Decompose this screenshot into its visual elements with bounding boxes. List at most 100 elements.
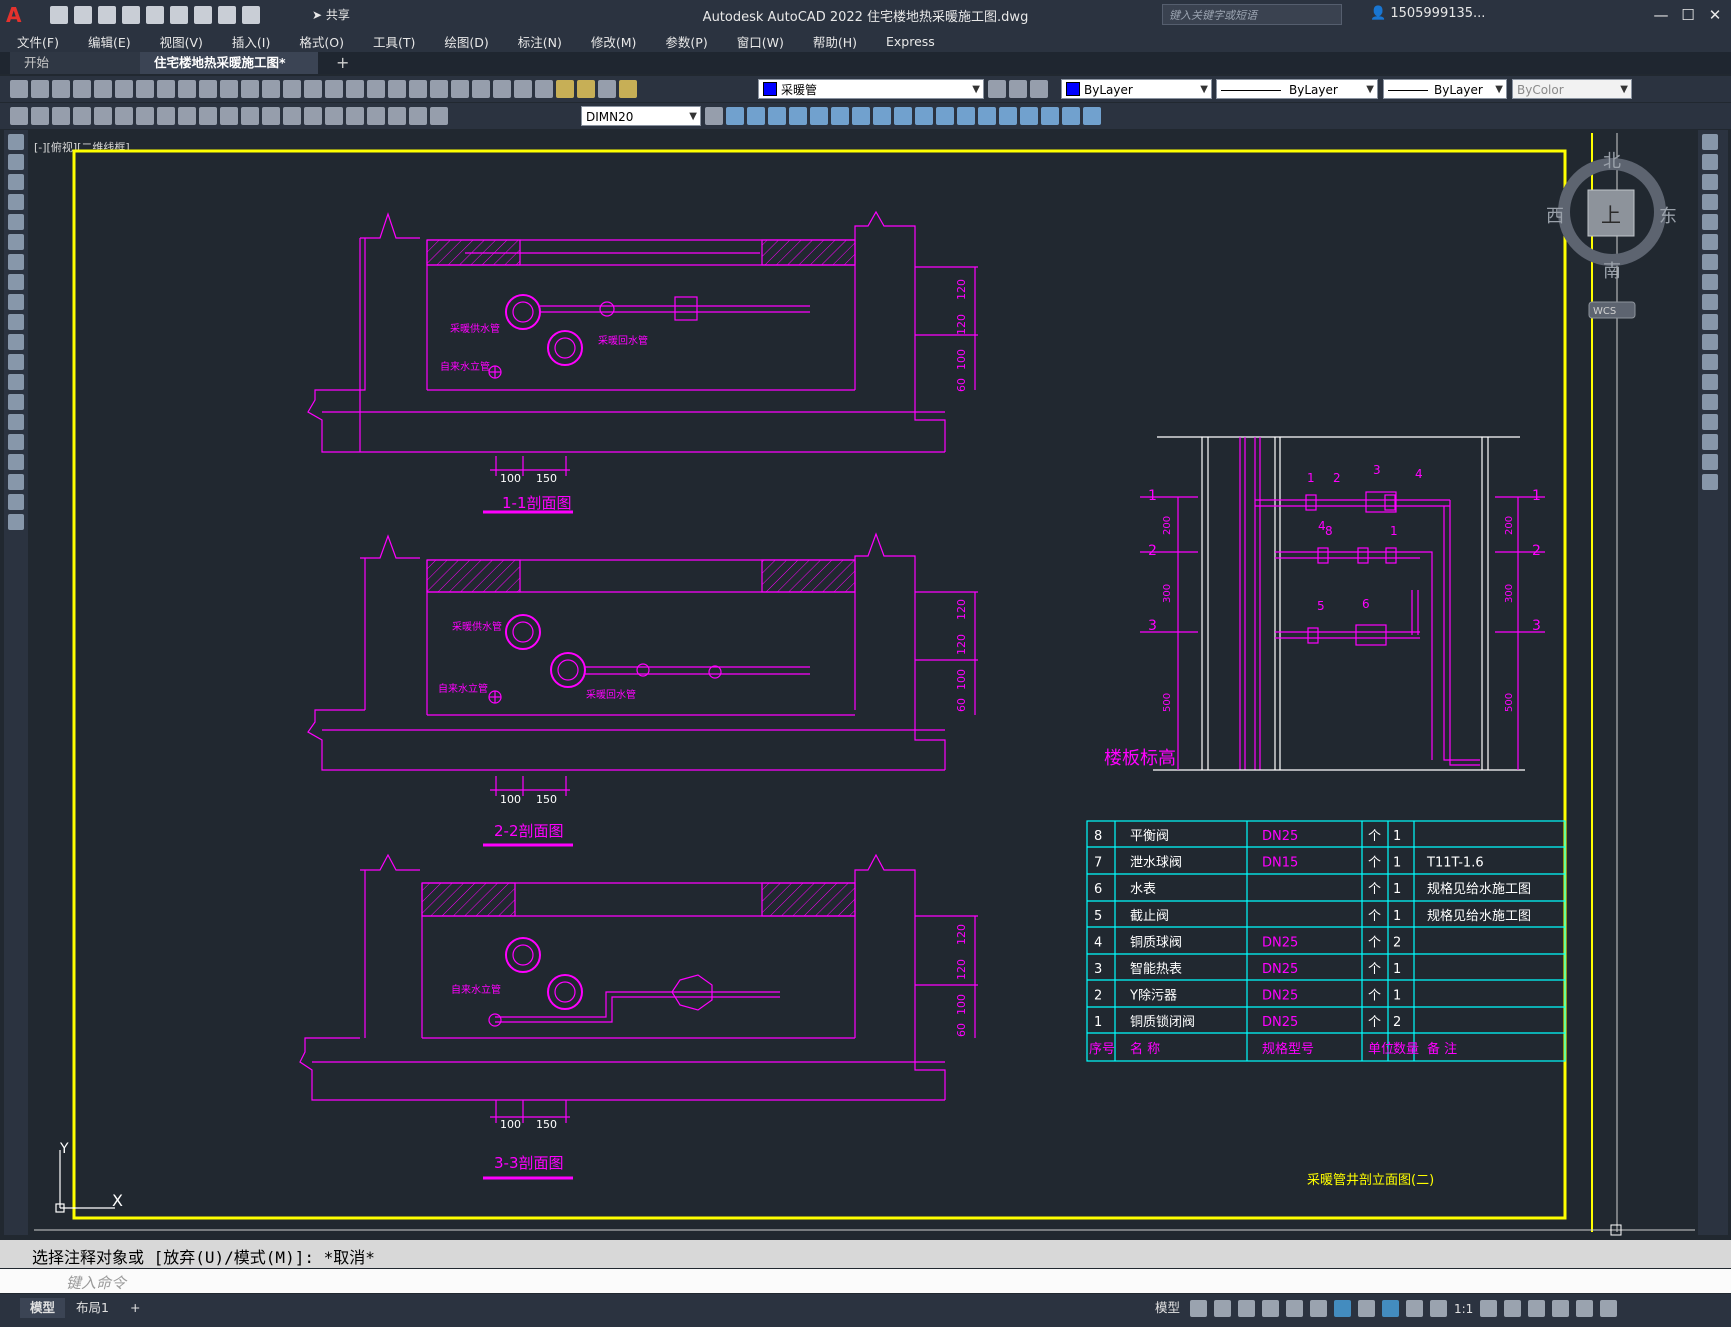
bom-cell: DN25 — [1262, 935, 1298, 950]
level-marker: 1 — [1148, 488, 1157, 504]
layout-tab-1[interactable]: 布局1 — [66, 1298, 119, 1318]
item-callout: 1 — [1390, 524, 1398, 538]
drawing-svg: 采暖供水管 采暖回水管 自来水立管 120 120 100 60 100 150… — [34, 133, 1695, 1236]
command-history-text: 选择注释对象或 [放弃(U)/模式(M)]: *取消* — [32, 1248, 375, 1267]
bom-cell: 个 — [1368, 989, 1381, 1004]
return-pipe-label: 采暖回水管 — [598, 334, 648, 347]
break-at-point-icon[interactable] — [1702, 354, 1718, 370]
bom-cell: 个 — [1368, 909, 1381, 924]
bom-cell: 个 — [1368, 829, 1381, 844]
lineweight-icon[interactable] — [1358, 1300, 1375, 1317]
bom-cell: DN25 — [1262, 962, 1298, 977]
dim-120-label: 120 — [955, 279, 968, 300]
stretch-icon[interactable] — [1702, 294, 1718, 310]
bom-cell: 智能热表 — [1130, 962, 1182, 977]
bom-cell: 2 — [1393, 1015, 1401, 1030]
item-callout: 5 — [1317, 599, 1325, 613]
tap-riser-label: 自来水立管 — [440, 360, 490, 373]
bom-cell: 1 — [1393, 962, 1401, 977]
plus-icon[interactable] — [1504, 1300, 1522, 1317]
array-icon[interactable] — [1702, 214, 1718, 230]
bom-cell: 泄水球阀 — [1130, 856, 1182, 871]
copy-icon[interactable] — [1702, 154, 1718, 170]
annotation-scale-icon[interactable] — [1430, 1300, 1447, 1317]
erase-icon[interactable] — [1702, 134, 1718, 150]
trim-icon[interactable] — [1702, 314, 1718, 330]
level-marker: 3 — [1532, 618, 1541, 634]
viewcube-south[interactable]: 南 — [1603, 261, 1621, 282]
customization-menu-icon[interactable] — [1600, 1300, 1618, 1317]
model-space-button[interactable]: 模型 — [1145, 1298, 1190, 1318]
isodraft-icon[interactable] — [1286, 1300, 1303, 1317]
bom-header-cell: 备 注 — [1427, 1041, 1457, 1057]
rotate-icon[interactable] — [1702, 254, 1718, 270]
grid-icon[interactable] — [1190, 1300, 1207, 1317]
fillet-icon[interactable] — [1702, 434, 1718, 450]
extend-icon[interactable] — [1702, 334, 1718, 350]
bom-cell: 1 — [1393, 856, 1401, 871]
level-marker: 3 — [1148, 618, 1157, 634]
workspace-gear-icon[interactable] — [1480, 1300, 1498, 1317]
viewcube-west[interactable]: 西 — [1546, 206, 1564, 227]
osnap-icon[interactable] — [1334, 1300, 1351, 1317]
dim-120-label: 120 — [955, 599, 968, 620]
join-icon[interactable] — [1702, 394, 1718, 410]
viewcube-east[interactable]: 东 — [1659, 206, 1677, 227]
bom-cell: 4 — [1094, 935, 1102, 950]
ortho-icon[interactable] — [1238, 1300, 1255, 1317]
bom-cell: 铜质锁闭阀 — [1130, 1014, 1195, 1030]
elev-dim-left: 200 — [1162, 516, 1173, 535]
width-dim-100: 100 — [500, 472, 521, 485]
bom-header-cell: 规格型号 — [1262, 1041, 1314, 1057]
break-icon[interactable] — [1702, 374, 1718, 390]
wcs-label[interactable]: WCS — [1593, 306, 1616, 317]
elev-dim-left: 300 — [1162, 584, 1173, 603]
annotation-visibility-icon[interactable] — [1382, 1300, 1399, 1317]
section-3-3 — [299, 853, 978, 1180]
bom-cell: 1 — [1393, 829, 1401, 844]
bom-cell: DN25 — [1262, 1015, 1298, 1030]
hardware-acceleration-icon[interactable] — [1552, 1300, 1570, 1317]
viewcube-top-face[interactable]: 上 — [1601, 203, 1621, 227]
dim-100-label: 100 — [955, 669, 968, 690]
explode-icon[interactable] — [1702, 474, 1718, 490]
bom-cell: 规格见给水施工图 — [1427, 881, 1531, 897]
bom-cell: T11T-1.6 — [1426, 856, 1484, 871]
snap-icon[interactable] — [1214, 1300, 1231, 1317]
width-dim-150: 150 — [536, 1118, 557, 1131]
bom-cell: 个 — [1368, 856, 1381, 871]
annotation-scale-value[interactable]: 1:1 — [1454, 1302, 1473, 1316]
bom-cell: 铜质球阀 — [1130, 935, 1182, 950]
item-callout: 3 — [1373, 463, 1381, 477]
command-input[interactable]: 键入命令 — [0, 1269, 1731, 1293]
tap-riser-label: 自来水立管 — [451, 983, 501, 996]
layout-tab-model[interactable]: 模型 — [20, 1298, 66, 1318]
bom-header-cell: 数量 — [1393, 1042, 1419, 1057]
move-icon[interactable] — [1702, 234, 1718, 250]
blend-icon[interactable] — [1702, 454, 1718, 470]
offset-icon[interactable] — [1702, 194, 1718, 210]
bom-cell: 7 — [1094, 856, 1102, 871]
width-dim-150: 150 — [536, 472, 557, 485]
auto-scale-icon[interactable] — [1406, 1300, 1423, 1317]
scale-icon[interactable] — [1702, 274, 1718, 290]
osnap-track-icon[interactable] — [1310, 1300, 1327, 1317]
dim-60-label: 60 — [955, 1023, 968, 1037]
level-marker: 2 — [1148, 543, 1157, 559]
viewcube-north[interactable]: 北 — [1603, 151, 1621, 172]
section-title: 3-3剖面图 — [494, 1154, 564, 1172]
supply-pipe-label: 采暖供水管 — [450, 322, 500, 335]
mirror-icon[interactable] — [1702, 174, 1718, 190]
add-layout-button[interactable]: + — [120, 1298, 150, 1318]
clean-screen-icon[interactable] — [1576, 1300, 1594, 1317]
isolate-objects-icon[interactable] — [1528, 1300, 1546, 1317]
supply-pipe-label: 采暖供水管 — [452, 620, 502, 633]
ucs-y-label: Y — [59, 1141, 69, 1157]
dim-120-label: 120 — [955, 924, 968, 945]
polar-icon[interactable] — [1262, 1300, 1279, 1317]
dim-60-label: 60 — [955, 698, 968, 712]
chamfer-icon[interactable] — [1702, 414, 1718, 430]
bom-cell: 1 — [1094, 1015, 1102, 1030]
bom-cell: 2 — [1393, 935, 1401, 950]
bom-header-cell: 序号 — [1089, 1042, 1115, 1057]
